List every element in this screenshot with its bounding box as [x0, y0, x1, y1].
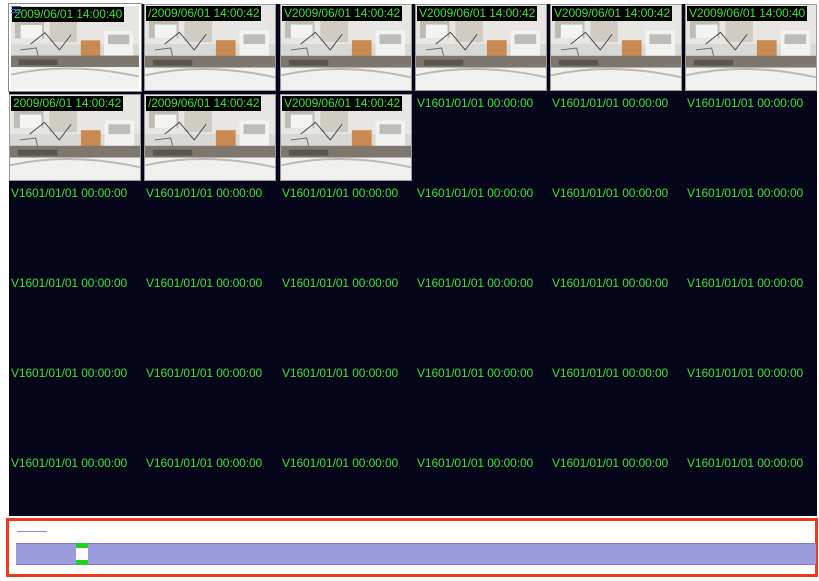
tile-timestamp: V1601/01/01 00:00:00	[687, 276, 804, 290]
camera-tile[interactable]: V1601/01/01 00:00:00	[685, 94, 817, 181]
tile-timestamp: V1601/01/01 00:00:00	[417, 276, 534, 290]
camera-tile[interactable]: V2009/06/01 14:00:42	[550, 4, 682, 91]
tile-timestamp: /2009/06/01 14:00:42	[146, 6, 262, 21]
tile-timestamp: V1601/01/01 00:00:00	[146, 186, 263, 200]
camera-tile[interactable]: V1601/01/01 00:00:00	[415, 184, 547, 271]
camera-tile[interactable]: V1601/01/01 00:00:00	[280, 184, 412, 271]
tile-timestamp: V1601/01/01 00:00:00	[552, 96, 669, 110]
tile-timestamp: V1601/01/01 00:00:00	[687, 456, 804, 470]
timeline-guide-line	[17, 531, 47, 532]
tile-timestamp: /2009/06/01 14:00:42	[146, 96, 262, 111]
camera-tile[interactable]: V1601/01/01 00:00:00	[685, 184, 817, 271]
tile-timestamp: V1601/01/01 00:00:00	[687, 186, 804, 200]
camera-grid: 2009/06/01 14:00:40 /2009/06/01 14:00:42…	[8, 3, 817, 516]
tile-timestamp: V1601/01/01 00:00:00	[417, 456, 534, 470]
hamburger-menu-icon[interactable]	[11, 6, 21, 14]
timeline-track[interactable]	[16, 543, 816, 565]
tile-timestamp: V2009/06/01 14:00:42	[282, 6, 403, 21]
tile-timestamp: V1601/01/01 00:00:00	[146, 366, 263, 380]
camera-tile[interactable]: V1601/01/01 00:00:00	[9, 184, 141, 271]
dvr-viewer: 2009/06/01 14:00:40 /2009/06/01 14:00:42…	[0, 0, 819, 581]
tile-timestamp: V1601/01/01 00:00:00	[282, 366, 399, 380]
camera-tile[interactable]: V2009/06/01 14:00:42	[415, 4, 547, 91]
tile-timestamp: V2009/06/01 14:00:42	[552, 6, 673, 21]
tile-timestamp: V1601/01/01 00:00:00	[11, 276, 128, 290]
camera-tile[interactable]: V2009/06/01 14:00:42	[280, 4, 412, 91]
tile-timestamp: V1601/01/01 00:00:00	[146, 276, 263, 290]
tile-timestamp: V1601/01/01 00:00:00	[11, 186, 128, 200]
camera-tile[interactable]: /2009/06/01 14:00:42	[144, 94, 276, 181]
camera-tile[interactable]: V1601/01/01 00:00:00	[550, 94, 682, 181]
tile-timestamp: 2009/06/01 14:00:42	[11, 96, 124, 111]
camera-tile[interactable]: V1601/01/01 00:00:00	[685, 364, 817, 451]
camera-tile[interactable]: V1601/01/01 00:00:00	[550, 184, 682, 271]
camera-tile[interactable]: V1601/01/01 00:00:00	[280, 274, 412, 361]
tile-timestamp: V1601/01/01 00:00:00	[687, 96, 804, 110]
camera-tile[interactable]: V1601/01/01 00:00:00	[550, 364, 682, 451]
tile-timestamp: V1601/01/01 00:00:00	[282, 186, 399, 200]
camera-tile[interactable]: V1601/01/01 00:00:00	[144, 184, 276, 271]
camera-tile[interactable]: V1601/01/01 00:00:00	[685, 274, 817, 361]
camera-tile[interactable]: V1601/01/01 00:00:00	[9, 274, 141, 361]
camera-tile[interactable]: V1601/01/01 00:00:00	[144, 274, 276, 361]
tile-timestamp: V1601/01/01 00:00:00	[282, 456, 399, 470]
tile-timestamp: V1601/01/01 00:00:00	[417, 186, 534, 200]
camera-tile[interactable]: V1601/01/01 00:00:00	[415, 94, 547, 181]
camera-tile[interactable]: V1601/01/01 00:00:00	[9, 364, 141, 451]
tile-timestamp: V2009/06/01 14:00:40	[687, 6, 808, 21]
tile-timestamp: V1601/01/01 00:00:00	[552, 456, 669, 470]
tile-timestamp: V1601/01/01 00:00:00	[417, 96, 534, 110]
tile-timestamp: V1601/01/01 00:00:00	[552, 186, 669, 200]
tile-timestamp: V1601/01/01 00:00:00	[282, 276, 399, 290]
camera-tile[interactable]: V2009/06/01 14:00:42	[280, 94, 412, 181]
tile-timestamp: V2009/06/01 14:00:42	[282, 96, 403, 111]
tile-timestamp: V1601/01/01 00:00:00	[552, 276, 669, 290]
timeline-panel	[6, 518, 818, 577]
tile-timestamp: V1601/01/01 00:00:00	[146, 456, 263, 470]
camera-tile[interactable]: V1601/01/01 00:00:00	[415, 274, 547, 361]
camera-tile[interactable]: V1601/01/01 00:00:00	[550, 274, 682, 361]
camera-tile[interactable]: V1601/01/01 00:00:00	[280, 364, 412, 451]
tile-timestamp: V1601/01/01 00:00:00	[417, 366, 534, 380]
tile-timestamp: V1601/01/01 00:00:00	[552, 366, 669, 380]
tile-timestamp: V2009/06/01 14:00:42	[417, 6, 538, 21]
camera-tile[interactable]: V1601/01/01 00:00:00	[144, 364, 276, 451]
camera-tile[interactable]: V1601/01/01 00:00:00	[415, 364, 547, 451]
tile-timestamp: V1601/01/01 00:00:00	[11, 456, 128, 470]
camera-tile[interactable]: 2009/06/01 14:00:42	[9, 94, 141, 181]
camera-tile[interactable]: /2009/06/01 14:00:42	[144, 4, 276, 91]
camera-tile[interactable]: V2009/06/01 14:00:40	[685, 4, 817, 91]
camera-tile[interactable]: 2009/06/01 14:00:40	[8, 3, 142, 92]
tile-timestamp: V1601/01/01 00:00:00	[687, 366, 804, 380]
tile-timestamp: 2009/06/01 14:00:40	[12, 7, 125, 22]
tile-timestamp: V1601/01/01 00:00:00	[11, 366, 128, 380]
timeline-playhead[interactable]	[76, 543, 88, 565]
